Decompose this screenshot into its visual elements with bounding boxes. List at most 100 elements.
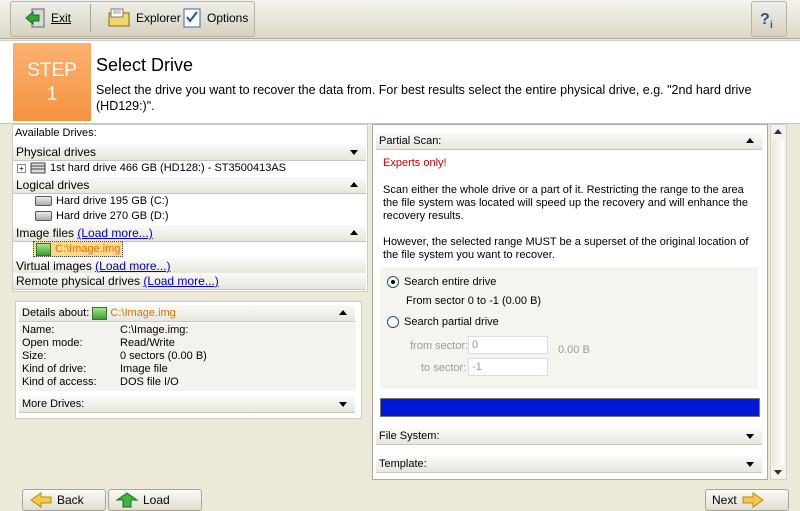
physical-drive-item[interactable]: + 1st hard drive 466 GB (HD128:) - ST350… — [17, 161, 286, 175]
logical-drive-item[interactable]: Hard drive 270 GB (D:) — [35, 209, 168, 223]
image-files-label: Image files — [16, 226, 75, 240]
scroll-down-icon[interactable] — [774, 470, 782, 475]
more-drives-label: More Drives: — [22, 398, 85, 410]
details-header[interactable]: Details about: C:\Image.img — [19, 305, 355, 322]
load-label: Load — [143, 493, 170, 507]
from-sector-label: from sector: — [410, 340, 469, 352]
physical-drives-header[interactable]: Physical drives — [13, 144, 366, 161]
back-button[interactable]: Back — [22, 489, 106, 511]
template-header[interactable]: Template: — [376, 456, 762, 473]
scan-range-bar — [380, 398, 760, 417]
logical-drive-item[interactable]: Hard drive 195 GB (C:) — [35, 194, 168, 208]
hard-drive-icon — [35, 196, 52, 206]
scroll-up-icon[interactable] — [774, 129, 782, 134]
logical-drives-label: Logical drives — [16, 178, 90, 192]
exit-button[interactable]: Exit — [24, 6, 71, 30]
explorer-button[interactable]: Explorer — [107, 6, 181, 30]
to-sector-input[interactable]: -1 — [468, 358, 548, 376]
expand-plus-icon[interactable]: + — [17, 163, 26, 173]
svg-text:i: i — [770, 20, 773, 31]
details-about-label: Details about: — [22, 307, 90, 319]
back-label: Back — [57, 493, 84, 507]
svg-text:?: ? — [760, 11, 770, 28]
from-sector-input[interactable]: 0 — [468, 336, 548, 354]
collapse-chevron-icon — [350, 182, 358, 187]
entire-range-text: From sector 0 to -1 (0.00 B) — [406, 295, 542, 307]
hard-drive-icon — [35, 211, 52, 221]
collapse-chevron-icon — [746, 138, 754, 143]
collapse-chevron-icon — [339, 310, 347, 315]
load-more-virtual-link[interactable]: (Load more...) — [95, 259, 170, 273]
logical-drive-label: Hard drive 195 GB (C:) — [56, 195, 169, 207]
detail-value: 0 sectors (0.00 B) — [120, 350, 207, 362]
detail-value: Read/Write — [120, 337, 175, 349]
file-system-header[interactable]: File System: — [376, 428, 762, 445]
detail-key: Size: — [22, 350, 47, 362]
detail-key: Name: — [22, 324, 55, 336]
vertical-scrollbar[interactable] — [770, 124, 787, 480]
collapse-chevron-icon — [350, 150, 358, 155]
scroll-thumb[interactable] — [772, 139, 784, 465]
toolbar: Exit Explorer Options ? i — [0, 0, 800, 39]
detail-value: Image file — [120, 363, 168, 375]
scan-description: Scan either the whole drive or a part of… — [383, 184, 749, 222]
logical-drive-label: Hard drive 270 GB (D:) — [56, 210, 169, 222]
exit-label: Exit — [51, 11, 72, 25]
search-entire-label[interactable]: Search entire drive — [404, 276, 496, 289]
load-more-remote-link[interactable]: (Load more...) — [143, 274, 218, 288]
detail-value: DOS file I/O — [120, 376, 179, 388]
range-size-text: 0.00 B — [558, 344, 590, 356]
back-arrow-icon — [30, 492, 52, 508]
help-icon: ? i — [760, 11, 773, 31]
virtual-images-label: Virtual images — [16, 259, 92, 273]
partial-scan-header[interactable]: Partial Scan: — [376, 133, 762, 150]
explorer-label: Explorer — [136, 11, 181, 25]
next-button[interactable]: Next — [705, 489, 789, 511]
step-indicator: STEP 1 — [13, 43, 91, 121]
load-button[interactable]: Load — [108, 489, 202, 511]
physical-drive-label: 1st hard drive 466 GB (HD128:) - ST35004… — [50, 162, 287, 174]
image-file-icon — [92, 306, 108, 320]
image-file-icon — [36, 242, 51, 256]
options-label: Options — [207, 11, 249, 25]
step-number: 1 — [46, 84, 58, 105]
collapse-chevron-icon — [350, 230, 358, 235]
expand-chevron-icon — [339, 402, 347, 407]
explorer-icon — [108, 8, 130, 27]
options-button[interactable]: Options — [182, 6, 248, 30]
next-label: Next — [712, 493, 737, 507]
file-system-label: File System: — [379, 430, 440, 442]
load-more-image-link[interactable]: (Load more...) — [77, 226, 152, 240]
scan-warning-text: However, the selected range MUST be a su… — [383, 236, 749, 261]
template-label: Template: — [379, 458, 427, 470]
search-partial-label[interactable]: Search partial drive — [404, 316, 499, 329]
experts-only-warning: Experts only! — [383, 157, 447, 169]
toolbar-separator — [90, 4, 91, 32]
details-about-value: C:\Image.img — [110, 307, 176, 319]
partial-scan-label: Partial Scan: — [379, 135, 442, 147]
available-drives-label: Available Drives: — [15, 127, 97, 139]
image-file-label: C:\Image.img — [55, 243, 121, 255]
step-word: STEP — [27, 60, 77, 81]
scan-range-fill — [381, 399, 759, 416]
image-file-item[interactable]: C:\Image.img — [33, 241, 124, 257]
page-title: Select Drive — [96, 55, 194, 75]
exit-icon — [25, 8, 45, 28]
to-sector-label: to sector: — [421, 362, 467, 374]
remote-drives-label: Remote physical drives — [16, 274, 141, 288]
logical-drives-header[interactable]: Logical drives — [13, 177, 366, 194]
load-arrow-icon — [115, 492, 139, 508]
physical-drives-label: Physical drives — [16, 145, 97, 159]
detail-value: C:\Image.img: — [120, 324, 189, 336]
detail-key: Open mode: — [22, 337, 83, 349]
expand-chevron-icon — [746, 434, 754, 439]
help-button[interactable]: ? i — [751, 1, 787, 37]
hard-disk-icon — [30, 162, 46, 174]
more-drives-header[interactable]: More Drives: — [19, 396, 355, 413]
expand-chevron-icon — [746, 462, 754, 467]
search-partial-radio[interactable] — [387, 316, 399, 328]
remote-drives-header[interactable]: Remote physical drives (Load more...) — [13, 273, 366, 290]
search-entire-radio[interactable] — [387, 276, 399, 288]
detail-key: Kind of drive: — [22, 363, 87, 375]
image-files-header[interactable]: Image files (Load more...) — [13, 225, 366, 242]
